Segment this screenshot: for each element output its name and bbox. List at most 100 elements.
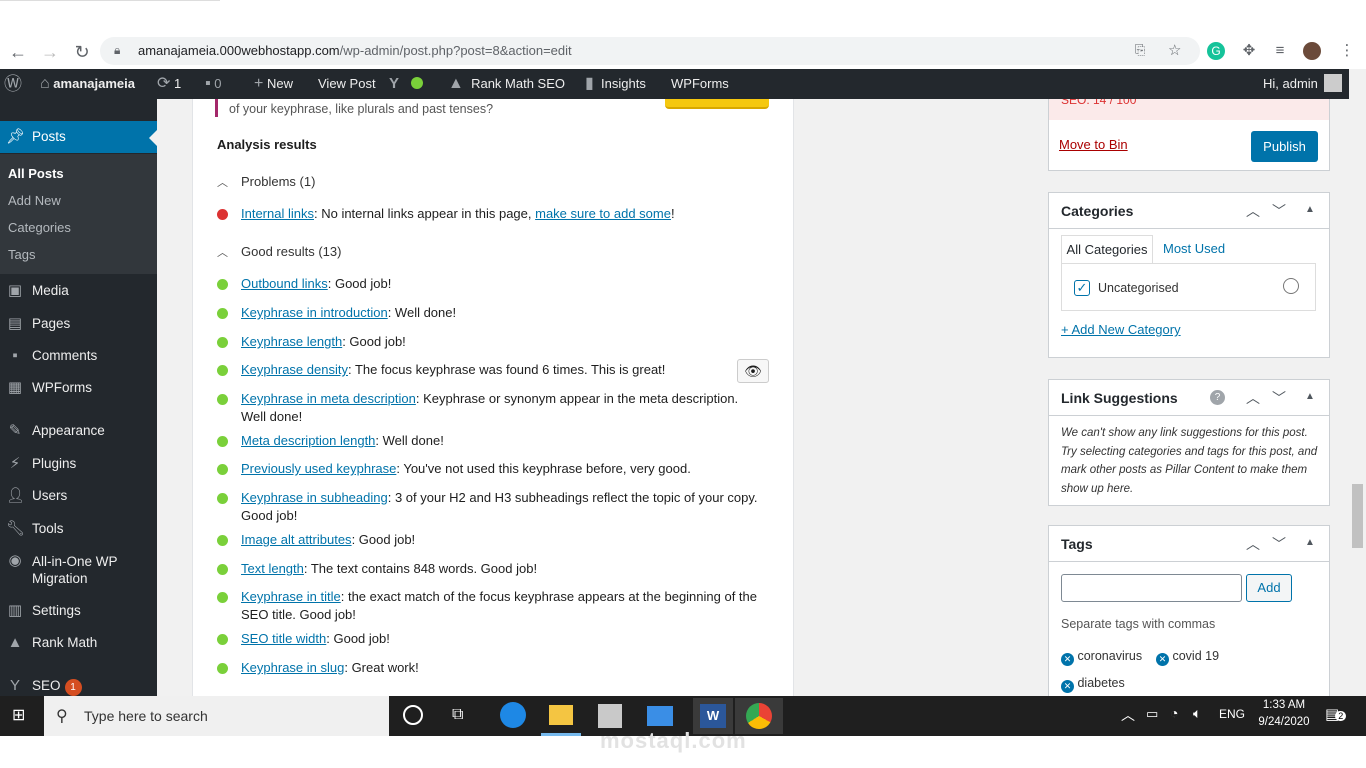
result-link[interactable]: Keyphrase length xyxy=(241,334,342,349)
scrollbar-thumb[interactable] xyxy=(1352,484,1363,548)
store-icon[interactable] xyxy=(598,704,622,728)
forward-icon[interactable]: → xyxy=(40,42,60,62)
browser-menu-icon[interactable]: ⋮ xyxy=(1338,42,1356,60)
menu-rank-math[interactable]: ▲ Rank Math xyxy=(0,627,157,659)
tab-all-categories[interactable]: All Categories xyxy=(1061,235,1153,264)
new-tag-input[interactable] xyxy=(1061,574,1242,602)
move-up-icon[interactable]: ︿ xyxy=(1246,201,1260,221)
wordpress-logo-icon[interactable]: Ⓦ xyxy=(4,69,22,99)
battery-icon[interactable]: ▭ xyxy=(1146,706,1158,722)
make-sure-to-add-some-link[interactable]: make sure to add some xyxy=(535,206,671,221)
menu-posts[interactable]: 📌︎ Posts xyxy=(0,121,157,153)
profile-avatar[interactable] xyxy=(1303,42,1321,60)
remove-tag-icon[interactable]: ✕ xyxy=(1156,653,1169,666)
insights-bar-chart-icon: ▮ xyxy=(585,75,594,92)
comments-link[interactable]: ▪ 0 xyxy=(205,69,222,99)
submenu-categories[interactable]: Categories xyxy=(8,220,71,235)
clock-date[interactable]: 9/24/2020 xyxy=(1253,716,1315,728)
clock-time[interactable]: 1:33 AM xyxy=(1256,699,1312,711)
result-link[interactable]: Keyphrase in subheading xyxy=(241,490,388,505)
taskbar-search-box[interactable]: ⚲ Type here to search xyxy=(44,696,389,736)
cortana-icon[interactable] xyxy=(403,705,423,725)
toggle-panel-icon[interactable]: ▲ xyxy=(1305,537,1315,548)
move-to-bin-link[interactable]: Move to Bin xyxy=(1059,137,1128,152)
result-link[interactable]: Previously used keyphrase xyxy=(241,461,396,476)
bookmark-star-icon[interactable]: ☆ xyxy=(1168,41,1181,59)
account-link[interactable]: Hi, admin xyxy=(1263,69,1342,99)
submenu-add-new[interactable]: Add New xyxy=(8,193,61,208)
plug-icon: ⚡︎ xyxy=(9,455,21,472)
menu-users[interactable]: 👤︎ Users xyxy=(0,480,157,512)
view-post-link[interactable]: View Post xyxy=(318,69,376,99)
internal-links-link[interactable]: Internal links xyxy=(241,206,314,221)
yoast-icon[interactable]: Y xyxy=(389,69,423,99)
url-text[interactable]: amanajameia.000webhostapp.com/wp-admin/p… xyxy=(138,43,572,58)
result-link[interactable]: Outbound links xyxy=(241,276,328,291)
result-link[interactable]: Keyphrase in introduction xyxy=(241,305,388,320)
windows-start-icon[interactable]: ⊞ xyxy=(12,707,30,725)
wpforms-link[interactable]: WPForms xyxy=(671,69,729,99)
extensions-icon[interactable]: ✥ xyxy=(1240,42,1258,60)
menu-tools[interactable]: 🔧︎ Tools xyxy=(0,513,157,545)
submenu-all-posts[interactable]: All Posts xyxy=(8,166,64,181)
result-link[interactable]: Image alt attributes xyxy=(241,532,352,547)
move-up-icon[interactable]: ︿ xyxy=(1246,534,1260,554)
result-link[interactable]: Text length xyxy=(241,561,304,576)
result-link[interactable]: Meta description length xyxy=(241,433,375,448)
grammarly-icon[interactable]: G xyxy=(1207,42,1225,60)
result-link[interactable]: SEO title width xyxy=(241,631,326,646)
address-bar[interactable]: 🔒︎ amanajameia.000webhostapp.com/wp-admi… xyxy=(100,37,1200,65)
show-hidden-icons-icon[interactable]: ︿ xyxy=(1121,705,1135,725)
task-view-icon[interactable]: ⧉ xyxy=(452,706,463,724)
move-up-icon[interactable]: ︿ xyxy=(1246,388,1260,408)
rank-math-link[interactable]: ▲ Rank Math SEO xyxy=(448,69,565,99)
menu-media[interactable]: ▣ Media xyxy=(0,275,157,307)
volume-icon[interactable]: 🔈︎ xyxy=(1193,705,1201,722)
menu-all-in-one-migration[interactable]: ◉ All-in-One WP Migration xyxy=(0,545,157,587)
insights-link[interactable]: ▮ Insights xyxy=(585,69,646,99)
menu-plugins[interactable]: ⚡︎ Plugins xyxy=(0,448,157,480)
add-tag-button[interactable]: Add xyxy=(1246,574,1292,602)
remove-tag-icon[interactable]: ✕ xyxy=(1061,680,1074,693)
mail-icon[interactable] xyxy=(647,706,673,726)
result-link[interactable]: Keyphrase in meta description xyxy=(241,391,416,406)
eye-icon[interactable]: 👁︎ xyxy=(737,359,769,383)
reload-icon[interactable]: ↻ xyxy=(72,42,92,62)
edge-icon[interactable] xyxy=(500,702,526,728)
result-link[interactable]: Keyphrase in slug xyxy=(241,660,344,675)
result-link[interactable]: Keyphrase density xyxy=(241,362,348,377)
tab-most-used[interactable]: Most Used xyxy=(1163,241,1225,256)
media-control-icon[interactable]: ≡ xyxy=(1271,42,1289,60)
tags-box-header: Tags ︿ ﹀ ▲ xyxy=(1049,526,1329,562)
wifi-icon[interactable]: ◔ xyxy=(1170,705,1178,721)
premium-button[interactable] xyxy=(665,99,769,109)
page-scrollbar[interactable] xyxy=(1349,69,1366,696)
add-new-category-link[interactable]: + Add New Category xyxy=(1061,322,1181,337)
move-down-icon[interactable]: ﹀ xyxy=(1272,534,1286,554)
migration-icon: ◉ xyxy=(8,552,22,569)
move-down-icon[interactable]: ﹀ xyxy=(1272,201,1286,221)
toggle-panel-icon[interactable]: ▲ xyxy=(1305,204,1315,215)
translate-icon[interactable]: ⎘ xyxy=(1135,42,1145,58)
back-icon[interactable]: ← xyxy=(8,42,28,62)
uncategorised-checkbox[interactable]: ✓ xyxy=(1074,280,1090,296)
primary-category-radio[interactable] xyxy=(1283,278,1299,294)
action-center-icon[interactable]: ▤2 xyxy=(1325,705,1347,723)
language-indicator[interactable]: ENG xyxy=(1219,707,1245,721)
menu-appearance[interactable]: ✎ Appearance xyxy=(0,415,157,447)
toggle-panel-icon[interactable]: ▲ xyxy=(1305,391,1315,402)
file-explorer-icon[interactable] xyxy=(549,705,573,725)
remove-tag-icon[interactable]: ✕ xyxy=(1061,653,1074,666)
updates-link[interactable]: ⟳ 1 xyxy=(157,69,181,99)
move-down-icon[interactable]: ﹀ xyxy=(1272,388,1286,408)
menu-settings[interactable]: ▥ Settings xyxy=(0,595,157,627)
publish-button[interactable]: Publish xyxy=(1251,131,1318,162)
result-link[interactable]: Keyphrase in title xyxy=(241,589,341,604)
submenu-tags[interactable]: Tags xyxy=(8,247,35,262)
new-content-link[interactable]: + New xyxy=(254,69,293,99)
menu-comments[interactable]: ▪ Comments xyxy=(0,340,157,372)
menu-pages[interactable]: ▤ Pages xyxy=(0,308,157,340)
menu-wpforms[interactable]: ▦ WPForms xyxy=(0,372,157,404)
site-name-link[interactable]: ⌂ amanajameia xyxy=(40,69,135,99)
help-icon[interactable]: ? xyxy=(1210,390,1225,405)
